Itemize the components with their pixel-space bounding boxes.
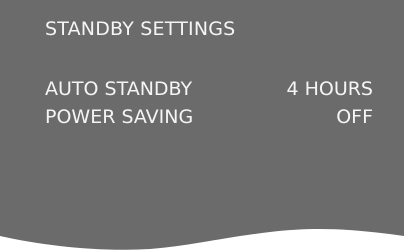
menu-item-value: OFF (336, 106, 373, 128)
menu-item-label: POWER SAVING (45, 106, 194, 128)
menu-item-label: AUTO STANDBY (45, 78, 193, 100)
menu-title: STANDBY SETTINGS (45, 18, 236, 40)
menu-item-value: 4 HOURS (286, 78, 373, 100)
standby-settings-screen: STANDBY SETTINGS AUTO STANDBY 4 HOURS PO… (0, 0, 404, 252)
menu-item-power-saving[interactable]: POWER SAVING OFF (45, 105, 373, 129)
menu-item-auto-standby[interactable]: AUTO STANDBY 4 HOURS (45, 77, 373, 101)
